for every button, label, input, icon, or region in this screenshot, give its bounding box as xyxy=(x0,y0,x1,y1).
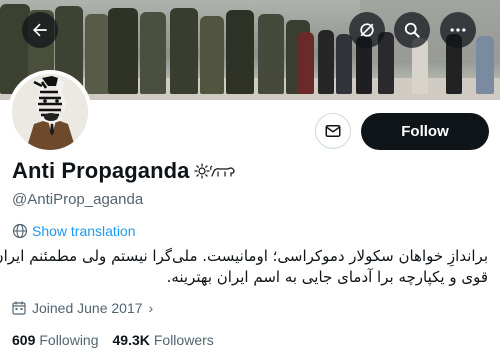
bio-line: براندازِ خواهان سکولار دموکراسی؛ اومانیس… xyxy=(0,247,488,265)
joined-date[interactable]: Joined June 2017 › xyxy=(12,300,153,316)
bio-line: قوی و یکپارچه برا آدمای جایی به اسم ایرا… xyxy=(166,268,488,286)
following-stat[interactable]: 609 Following xyxy=(12,332,99,348)
followers-count: 49.3K xyxy=(112,332,150,348)
back-arrow-icon xyxy=(33,23,47,37)
follow-stats: 609 Following 49.3K Followers xyxy=(12,332,228,348)
banner-figure xyxy=(200,16,224,94)
banner-figure xyxy=(336,34,352,94)
eye-off-icon xyxy=(360,23,374,37)
chevron-right-icon: › xyxy=(148,300,154,316)
following-label: Following xyxy=(39,332,99,348)
show-translation-link[interactable]: Show translation xyxy=(12,223,136,239)
banner-figure xyxy=(258,14,284,94)
globe-icon xyxy=(12,223,28,239)
more-button[interactable] xyxy=(440,12,476,48)
sun-icon xyxy=(194,163,210,179)
name-row: Anti Propaganda xyxy=(12,158,236,184)
lion-icon xyxy=(209,165,235,177)
joined-label: Joined June 2017 xyxy=(32,300,143,316)
banner-figure xyxy=(298,32,314,94)
message-button[interactable] xyxy=(315,113,351,149)
avatar[interactable] xyxy=(8,70,92,154)
envelope-icon xyxy=(325,125,341,137)
follow-button[interactable]: Follow xyxy=(361,113,489,150)
banner-figure xyxy=(170,8,198,94)
zebra-avatar-image xyxy=(12,74,88,150)
search-button[interactable] xyxy=(394,12,430,48)
banner-figure xyxy=(85,14,109,94)
banner-figure xyxy=(108,8,138,94)
bio: براندازِ خواهان سکولار دموکراسی؛ اومانیس… xyxy=(0,246,488,288)
banner-figure xyxy=(226,10,254,94)
followers-label: Followers xyxy=(153,332,214,348)
hide-media-button[interactable] xyxy=(349,12,385,48)
search-icon xyxy=(404,22,420,38)
banner-figure xyxy=(140,12,166,94)
banner-figure xyxy=(476,36,494,94)
handle: @AntiProp_aganda xyxy=(12,191,144,208)
banner-figure xyxy=(318,30,334,94)
display-name: Anti Propaganda xyxy=(12,158,190,183)
show-translation-label[interactable]: Show translation xyxy=(32,223,136,239)
more-icon xyxy=(450,28,466,32)
followers-stat[interactable]: 49.3K Followers xyxy=(113,332,214,348)
back-button[interactable] xyxy=(22,12,58,48)
calendar-icon xyxy=(12,301,26,315)
name-emoji-group xyxy=(194,163,236,179)
following-count: 609 xyxy=(12,332,36,348)
